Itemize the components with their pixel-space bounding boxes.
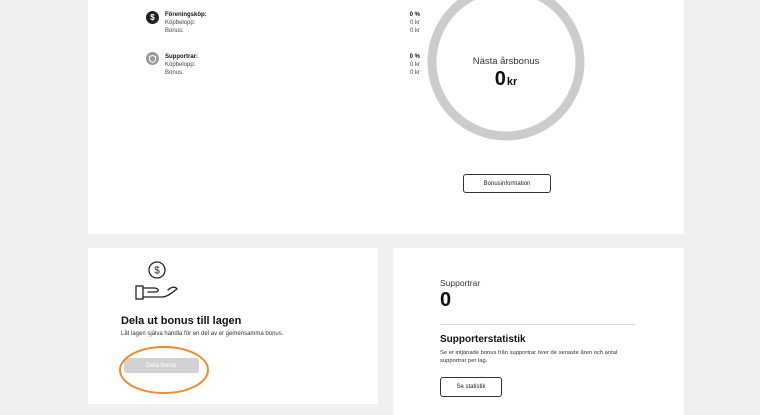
gauge-unit: kr bbox=[506, 76, 518, 88]
bonus-row-label: Köpbelopp: bbox=[165, 62, 196, 68]
bonus-row-title: Föreningsköp: bbox=[165, 12, 207, 18]
hand-coin-icon: $ bbox=[135, 261, 178, 300]
bonus-row-label: Köpbelopp: bbox=[165, 20, 196, 26]
highlight-ring bbox=[119, 346, 209, 394]
dollar-icon: $ bbox=[146, 11, 159, 24]
bonus-row-label: Bonus: bbox=[165, 28, 184, 34]
supporter-stats-description: Se er intjänade bonus från supportrar öv… bbox=[440, 350, 618, 364]
share-bonus-description: Låt lagen själva handla för en del av er… bbox=[121, 331, 284, 337]
share-bonus-card: $ Dela ut bonus till lagen Låt lagen sjä… bbox=[88, 248, 378, 404]
gauge-amount: 0 bbox=[494, 68, 506, 90]
gauge-value: 0kr bbox=[424, 68, 588, 91]
bonus-row-title: Supportrar: bbox=[165, 54, 198, 60]
supporters-count: 0 bbox=[440, 289, 452, 311]
supporter-stats-title: Supporterstatistik bbox=[440, 334, 526, 345]
gauge-label: Nästa årsbonus bbox=[472, 56, 540, 67]
bonus-information-button[interactable]: Bonusinformation bbox=[463, 174, 551, 193]
svg-text:$: $ bbox=[154, 266, 160, 277]
divider bbox=[440, 324, 636, 325]
view-statistics-button[interactable]: Se statistik bbox=[440, 377, 502, 397]
bonus-row-label: Bonus: bbox=[165, 70, 184, 76]
supporters-label: Supportrar bbox=[440, 278, 481, 288]
shield-icon bbox=[146, 52, 159, 65]
supporters-card: Supportrar 0 Supporterstatistik Se er in… bbox=[393, 248, 684, 415]
bonus-summary-card: $ Föreningsköp: 0 % Köpbelopp: 0 kr Bonu… bbox=[88, 0, 684, 234]
share-bonus-title: Dela ut bonus till lagen bbox=[121, 315, 242, 327]
